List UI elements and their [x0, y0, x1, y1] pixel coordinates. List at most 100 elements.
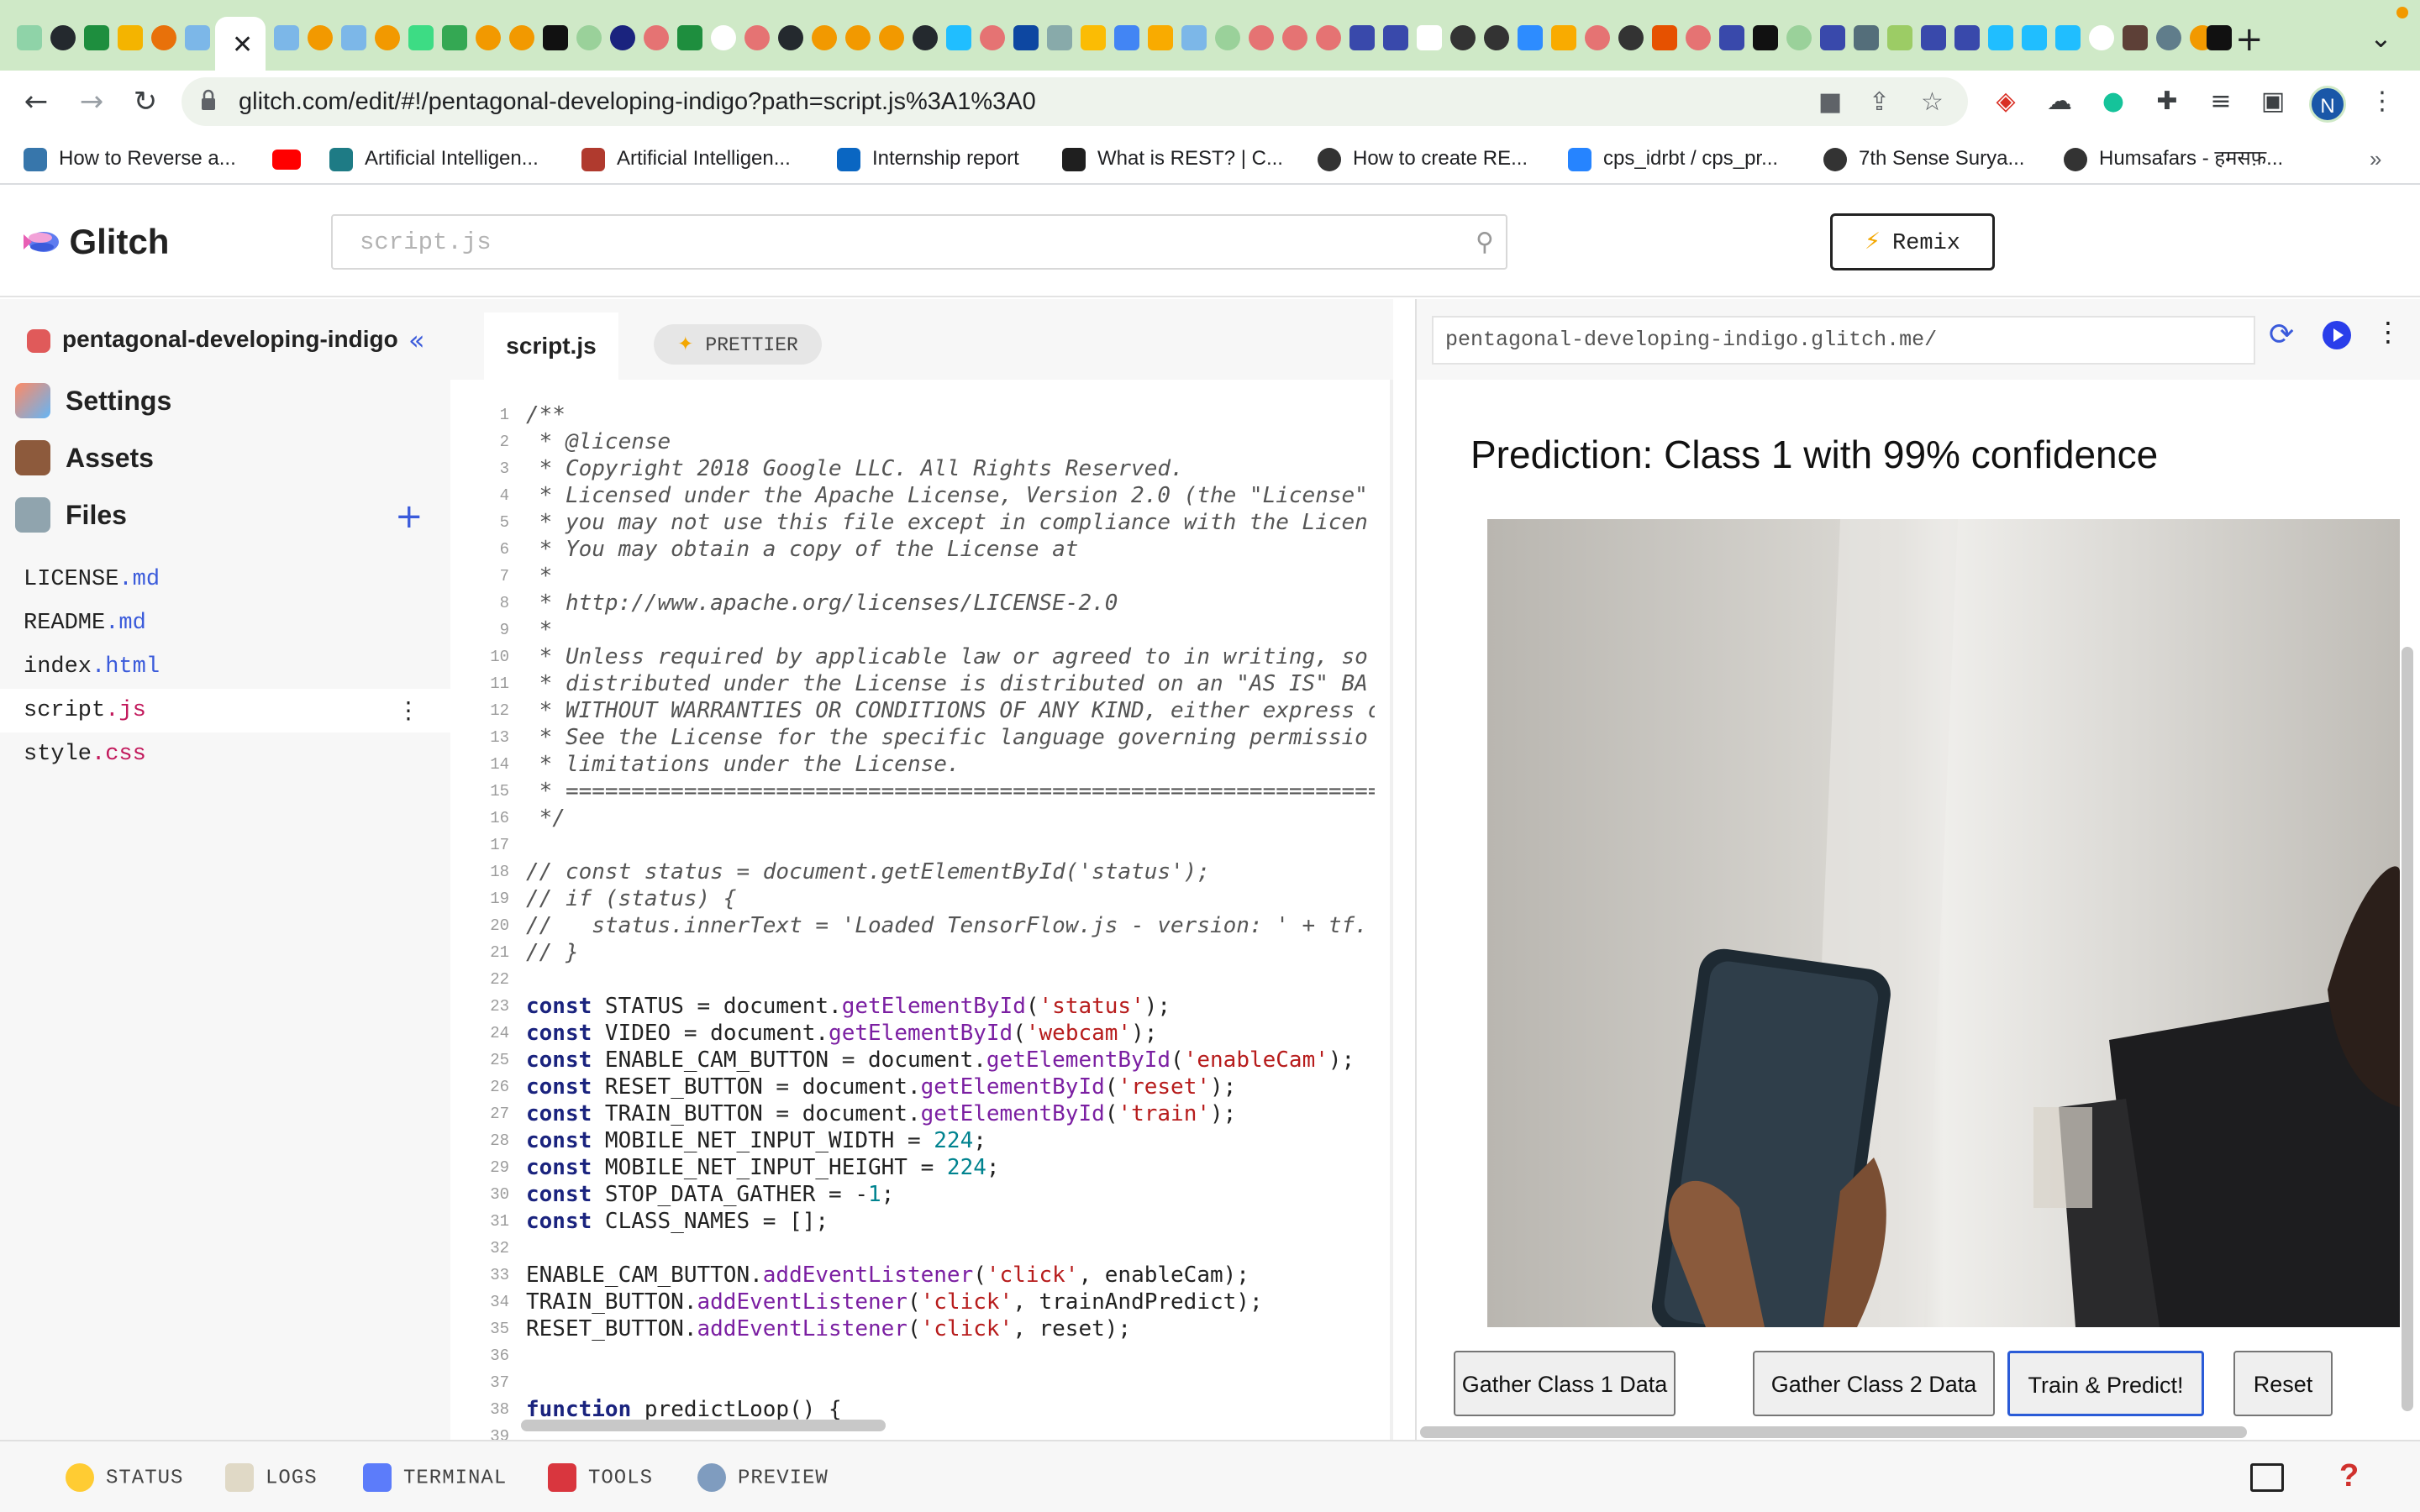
tab-favicon-person[interactable]: [1854, 25, 1879, 50]
back-button[interactable]: ←: [17, 82, 55, 121]
sidebar-item-files[interactable]: Files: [15, 497, 127, 539]
project-name[interactable]: pentagonal-developing-indigo: [27, 326, 398, 353]
tab-favicon-graph[interactable]: [1417, 25, 1442, 50]
grammarly-icon[interactable]: ●: [2099, 87, 2128, 116]
tab-favicon-colab[interactable]: [308, 25, 333, 50]
bookmarks-overflow-button[interactable]: »: [2370, 146, 2381, 172]
bookmark-item[interactable]: Artificial Intelligen...: [329, 144, 539, 173]
tab-favicon-colab[interactable]: [476, 25, 501, 50]
bookmark-item[interactable]: 7th Sense Surya...: [1823, 144, 2024, 173]
collapse-sidebar-icon[interactable]: «: [408, 324, 425, 356]
tab-favicon-nav[interactable]: [1013, 25, 1039, 50]
tab-favicon-code[interactable]: [274, 25, 299, 50]
tab-favicon-slides[interactable]: [118, 25, 143, 50]
tab-favicon-globe[interactable]: [1618, 25, 1644, 50]
add-file-button[interactable]: +: [395, 497, 424, 536]
tab-favicon-github[interactable]: [913, 25, 938, 50]
tab-favicon-drive[interactable]: [442, 25, 467, 50]
tab-favicon-sheets[interactable]: [677, 25, 702, 50]
tab-favicon-google[interactable]: [711, 25, 736, 50]
tab-favicon-medium[interactable]: [2207, 25, 2232, 50]
tab-favicon-android[interactable]: [408, 25, 434, 50]
tools-button[interactable]: TOOLS: [548, 1463, 653, 1493]
tab-favicon-board[interactable]: [1921, 25, 1946, 50]
tab-favicon-colab[interactable]: [375, 25, 400, 50]
extension-shield-icon[interactable]: ◈: [1991, 87, 2020, 116]
profile-avatar[interactable]: N: [2309, 86, 2346, 123]
sidebar-item-assets[interactable]: Assets: [15, 440, 154, 482]
tab-favicon-k[interactable]: [1988, 25, 2013, 50]
gather-class-2-button[interactable]: Gather Class 2 Data: [1753, 1351, 1995, 1416]
bookmark-item[interactable]: How to Reverse a...: [24, 144, 236, 173]
url-text[interactable]: glitch.com/edit/#!/pentagonal-developing…: [239, 88, 1036, 116]
tab-favicon-github[interactable]: [778, 25, 803, 50]
file-item[interactable]: style.css: [0, 732, 450, 776]
bookmark-item[interactable]: What is REST? | C...: [1062, 144, 1283, 173]
tab-script-js[interactable]: script.js: [484, 312, 618, 380]
glitch-logo[interactable]: Glitch: [24, 222, 169, 264]
tab-favicon-k[interactable]: [2022, 25, 2047, 50]
tab-favicon-gear[interactable]: [1316, 25, 1341, 50]
tab-favicon-colab[interactable]: [845, 25, 871, 50]
tab-favicon-chrome[interactable]: [2156, 25, 2181, 50]
bookmark-item[interactable]: Artificial Intelligen...: [581, 144, 791, 173]
close-tab-icon[interactable]: ✕: [232, 30, 253, 60]
tab-favicon-glitch[interactable]: [17, 25, 42, 50]
tab-favicon-sheets[interactable]: [84, 25, 109, 50]
tab-favicon-o[interactable]: [610, 25, 635, 50]
share-icon[interactable]: ⇪: [1869, 87, 1890, 117]
tab-favicon-board[interactable]: [1719, 25, 1744, 50]
tab-favicon-code[interactable]: [341, 25, 366, 50]
search-input[interactable]: [334, 218, 1444, 266]
bookmark-item[interactable]: How to create RE...: [1318, 144, 1528, 173]
tab-favicon-gear[interactable]: [744, 25, 770, 50]
code-editor[interactable]: 1 2 3 4 5 6 7 8 9 10 11 12 13 14 15 16 17 18 19 20 21 22 23 24 2…: [450, 380, 1393, 1440]
tab-favicon-google[interactable]: [2089, 25, 2114, 50]
preview-vertical-scrollbar[interactable]: [2402, 647, 2413, 1411]
extension-cloud-icon[interactable]: ☁: [2045, 87, 2074, 116]
file-item-active[interactable]: script.js ⋮: [0, 689, 450, 732]
tab-favicon-bird[interactable]: [1887, 25, 1912, 50]
file-item[interactable]: index.html: [0, 645, 450, 689]
file-options-icon[interactable]: ⋮: [397, 689, 420, 732]
tab-favicon-gear[interactable]: [1686, 25, 1711, 50]
gather-class-1-button[interactable]: Gather Class 1 Data: [1454, 1351, 1676, 1416]
preview-button[interactable]: PREVIEW: [697, 1463, 829, 1493]
tab-favicon-board[interactable]: [1820, 25, 1845, 50]
reload-button[interactable]: ↻: [126, 82, 165, 121]
remix-button[interactable]: ⚡ Remix: [1830, 213, 1995, 270]
reset-button[interactable]: Reset: [2233, 1351, 2333, 1416]
code-content[interactable]: /** * @license * Copyright 2018 Google L…: [526, 402, 1375, 1440]
tab-favicon-drive[interactable]: [1081, 25, 1106, 50]
help-icon[interactable]: ?: [2339, 1458, 2359, 1494]
address-bar[interactable]: glitch.com/edit/#!/pentagonal-developing…: [182, 77, 1968, 126]
tab-search-button[interactable]: ⌄: [2370, 22, 2392, 54]
terminal-button[interactable]: TERMINAL: [363, 1463, 507, 1493]
file-item[interactable]: LICENSE.md: [0, 558, 450, 601]
editor-horizontal-scrollbar[interactable]: [521, 1420, 886, 1431]
tab-favicon-colab[interactable]: [151, 25, 176, 50]
bookmark-star-icon[interactable]: ☆: [1921, 87, 1944, 117]
tab-favicon-code[interactable]: [1181, 25, 1207, 50]
tab-favicon-globe[interactable]: [1484, 25, 1509, 50]
active-tab[interactable]: ✕: [215, 17, 266, 71]
new-tab-button[interactable]: +: [2235, 20, 2264, 59]
tab-favicon-zoom[interactable]: [1518, 25, 1543, 50]
train-predict-button[interactable]: Train & Predict!: [2007, 1351, 2204, 1416]
play-icon[interactable]: [2323, 321, 2351, 349]
status-button[interactable]: STATUS: [66, 1463, 183, 1493]
tab-favicon-gear[interactable]: [1249, 25, 1274, 50]
tab-favicon-code[interactable]: [185, 25, 210, 50]
tab-favicon-board[interactable]: [1349, 25, 1375, 50]
tab-favicon-gear[interactable]: [980, 25, 1005, 50]
keyboard-shortcuts-icon[interactable]: [2250, 1463, 2284, 1492]
sidebar-item-settings[interactable]: Settings: [15, 383, 171, 425]
glitch-search[interactable]: ⚲: [331, 214, 1507, 270]
tab-favicon-colab[interactable]: [879, 25, 904, 50]
tab-favicon-board[interactable]: [1383, 25, 1408, 50]
preview-menu-icon[interactable]: ⋮: [2375, 316, 2402, 348]
tab-favicon-book[interactable]: [2123, 25, 2148, 50]
tab-favicon-colab[interactable]: [812, 25, 837, 50]
tab-favicon-colab[interactable]: [509, 25, 534, 50]
bookmark-item[interactable]: [272, 144, 313, 173]
